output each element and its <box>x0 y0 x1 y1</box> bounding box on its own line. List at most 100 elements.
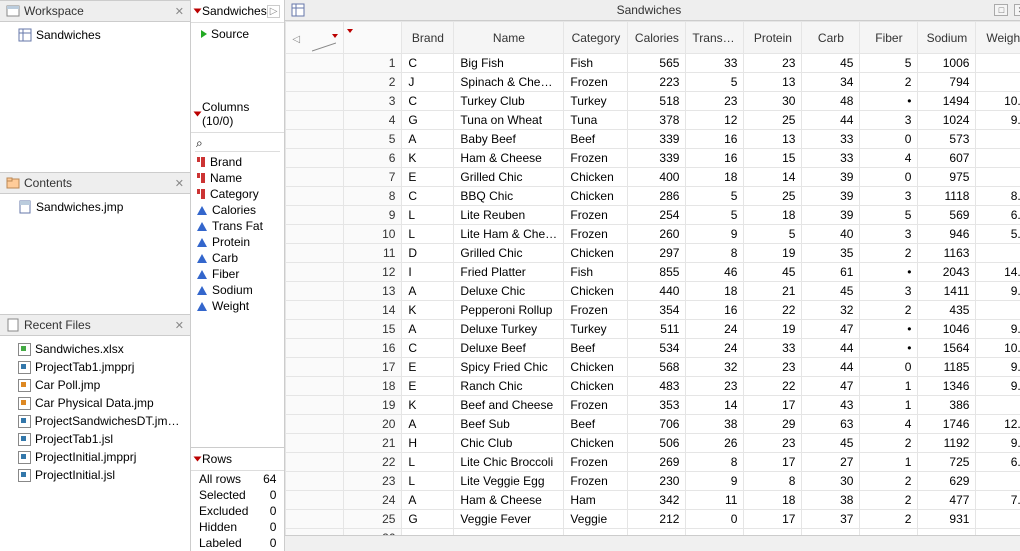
cell-weight[interactable]: 7.5 <box>976 491 1020 510</box>
cell-weight[interactable]: 8.2 <box>976 187 1020 206</box>
cell-weight[interactable]: 9.2 <box>976 434 1020 453</box>
cell-protein[interactable]: 17 <box>744 510 802 529</box>
table-row[interactable]: 13ADeluxe ChicChicken440182145314119.5 <box>286 282 1020 301</box>
cell-sodium[interactable]: 1185 <box>918 358 976 377</box>
disclosure-icon[interactable] <box>194 457 202 462</box>
table-row[interactable]: 23LLite Veggie EggFrozen230983026295 <box>286 472 1020 491</box>
disclosure-icon[interactable] <box>194 112 202 117</box>
cell-weight[interactable]: 6.5 <box>976 453 1020 472</box>
table-row[interactable]: 16CDeluxe BeefBeef534243344•156410.7 <box>286 339 1020 358</box>
cell-calories[interactable]: 297 <box>628 244 686 263</box>
cell-name[interactable]: Deluxe Beef <box>454 339 564 358</box>
maximize-icon[interactable]: □ <box>994 4 1008 16</box>
rows-summary-line[interactable]: Hidden0 <box>191 519 284 535</box>
cell-brand[interactable]: K <box>402 396 454 415</box>
cell-fiber[interactable]: 2 <box>860 472 918 491</box>
column-item[interactable]: Sodium <box>191 282 284 298</box>
cell-calories[interactable]: 223 <box>628 73 686 92</box>
cell-category[interactable]: Turkey <box>564 92 628 111</box>
row-number-cell[interactable]: 24 <box>344 491 402 510</box>
cell-weight[interactable]: 8 <box>976 244 1020 263</box>
cell-brand[interactable]: H <box>402 434 454 453</box>
cell-weight[interactable]: 12.2 <box>976 415 1020 434</box>
cell-fiber[interactable]: 4 <box>860 415 918 434</box>
table-row[interactable]: 17ESpicy Fried ChicChicken56832234401185… <box>286 358 1020 377</box>
row-number-cell[interactable]: 19 <box>344 396 402 415</box>
cell-sodium[interactable]: 931 <box>918 510 976 529</box>
close-icon[interactable]: ✕ <box>1014 4 1020 16</box>
cell-fiber[interactable]: 0 <box>860 358 918 377</box>
row-marker-cell[interactable] <box>286 187 344 206</box>
cell-carb[interactable]: 27 <box>802 453 860 472</box>
cell-transfat[interactable]: 32 <box>686 358 744 377</box>
cell-transfat[interactable]: 9 <box>686 472 744 491</box>
rows-summary-line[interactable]: Excluded0 <box>191 503 284 519</box>
rows-summary-line[interactable]: Selected0 <box>191 487 284 503</box>
cell-weight[interactable]: 6.5 <box>976 206 1020 225</box>
table-row[interactable]: 24AHam & CheeseHam34211183824777.5 <box>286 491 1020 510</box>
cell-transfat[interactable]: 9 <box>686 225 744 244</box>
row-marker-cell[interactable] <box>286 282 344 301</box>
cell-brand[interactable]: A <box>402 282 454 301</box>
cell-calories[interactable]: 353 <box>628 396 686 415</box>
cell-carb[interactable]: 33 <box>802 130 860 149</box>
cell-transfat[interactable]: 26 <box>686 434 744 453</box>
row-number-cell[interactable]: 20 <box>344 415 402 434</box>
contents-item[interactable]: Sandwiches.jmp <box>6 198 184 216</box>
cell-sodium[interactable]: 1024 <box>918 111 976 130</box>
row-marker-cell[interactable] <box>286 377 344 396</box>
col-header-brand[interactable]: Brand <box>402 22 454 54</box>
cell-carb[interactable]: 44 <box>802 111 860 130</box>
cell-name[interactable]: Big Fish <box>454 54 564 73</box>
cell-transfat[interactable]: 8 <box>686 453 744 472</box>
window-titlebar[interactable]: Sandwiches □ ✕ <box>285 0 1020 21</box>
cell-carb[interactable]: 61 <box>802 263 860 282</box>
cell-category[interactable]: Frozen <box>564 453 628 472</box>
cell-carb[interactable]: 40 <box>802 225 860 244</box>
cell-carb[interactable]: 39 <box>802 206 860 225</box>
col-header-calories[interactable]: Calories <box>628 22 686 54</box>
table-row[interactable]: 21HChic ClubChicken506262345211929.2 <box>286 434 1020 453</box>
cell-name[interactable]: Spicy Fried Chic <box>454 358 564 377</box>
row-marker-cell[interactable] <box>286 320 344 339</box>
cell-brand[interactable]: K <box>402 149 454 168</box>
row-marker-cell[interactable] <box>286 111 344 130</box>
cell-fiber[interactable]: 1 <box>860 396 918 415</box>
table-row[interactable]: 18ERanch ChicChicken483232247113469.5 <box>286 377 1020 396</box>
disclosure-icon[interactable] <box>194 9 202 14</box>
cell-category[interactable]: Beef <box>564 415 628 434</box>
cell-transfat[interactable]: 16 <box>686 149 744 168</box>
row-number-cell[interactable]: 18 <box>344 377 402 396</box>
cell-fiber[interactable]: 3 <box>860 187 918 206</box>
row-marker-cell[interactable] <box>286 244 344 263</box>
row-marker-cell[interactable] <box>286 149 344 168</box>
row-marker-cell[interactable] <box>286 263 344 282</box>
columns-panel-header[interactable]: Columns (10/0) <box>191 96 284 133</box>
column-search-input[interactable] <box>195 135 280 152</box>
row-marker-cell[interactable] <box>286 168 344 187</box>
cell-sodium[interactable]: 1411 <box>918 282 976 301</box>
cell-transfat[interactable]: 23 <box>686 92 744 111</box>
cell-category[interactable]: Beef <box>564 130 628 149</box>
cell-protein[interactable]: 17 <box>744 396 802 415</box>
rows-summary-line[interactable]: Labeled0 <box>191 535 284 551</box>
cell-carb[interactable]: 35 <box>802 244 860 263</box>
table-row[interactable]: 7EGrilled ChicChicken40018143909759 <box>286 168 1020 187</box>
cell-sodium[interactable]: 569 <box>918 206 976 225</box>
table-row[interactable]: 11DGrilled ChicChicken29781935211638 <box>286 244 1020 263</box>
cell-carb[interactable]: 47 <box>802 377 860 396</box>
cell-category[interactable]: Fish <box>564 54 628 73</box>
cell-transfat[interactable]: 38 <box>686 415 744 434</box>
cell-brand[interactable]: C <box>402 187 454 206</box>
cell-sodium[interactable]: 1564 <box>918 339 976 358</box>
cell-transfat[interactable]: 16 <box>686 301 744 320</box>
cell-brand[interactable]: L <box>402 472 454 491</box>
rows-panel-header[interactable]: Rows <box>191 448 284 471</box>
cell-weight[interactable]: 10.7 <box>976 339 1020 358</box>
recent-file-item[interactable]: ProjectInitial.jmpprj <box>6 448 184 466</box>
cell-carb[interactable]: 43 <box>802 396 860 415</box>
cell-sodium[interactable]: 1746 <box>918 415 976 434</box>
cell-protein[interactable]: 23 <box>744 434 802 453</box>
cell-fiber[interactable]: 5 <box>860 54 918 73</box>
cell-calories[interactable]: 483 <box>628 377 686 396</box>
